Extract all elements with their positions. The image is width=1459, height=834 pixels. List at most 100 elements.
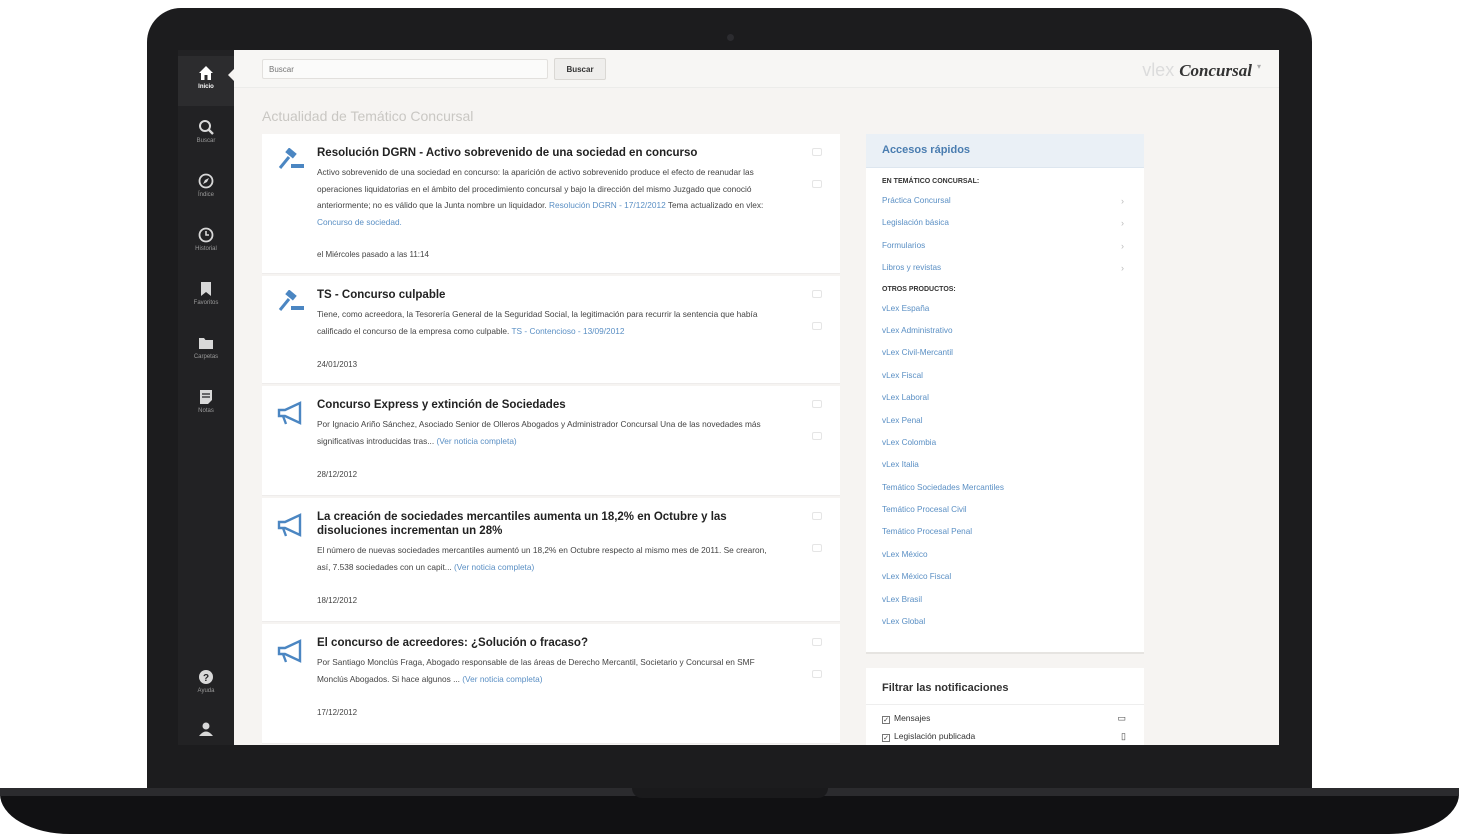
sidebar-item-historial[interactable]: Historial <box>178 218 234 268</box>
save-icon[interactable] <box>812 322 822 330</box>
product-link[interactable]: vLex México <box>866 544 1144 566</box>
sidebar-item-buscar[interactable]: Buscar <box>178 110 234 160</box>
checkbox[interactable]: ✓ <box>882 716 890 724</box>
news-item: El concurso de acreedores: ¿Solución o f… <box>262 624 840 744</box>
news-body: Por Santiago Monclús Fraga, Abogado resp… <box>317 654 775 687</box>
megaphone-icon <box>277 513 302 537</box>
sidebar-item-indice[interactable]: Índice <box>178 164 234 214</box>
sidebar: Inicio Buscar Índice Historial Favoritos <box>178 50 235 745</box>
news-body: Activo sobrevenido de una sociedad en co… <box>317 164 775 230</box>
history-icon <box>198 227 214 243</box>
chevron-down-icon: ▾ <box>1256 62 1261 71</box>
search-button[interactable]: Buscar <box>554 58 606 80</box>
save-icon[interactable] <box>812 544 822 552</box>
sidebar-item-inicio[interactable]: Inicio <box>178 56 234 106</box>
news-title[interactable]: La creación de sociedades mercantiles au… <box>317 510 777 538</box>
sidebar-item-carpetas[interactable]: Carpetas <box>178 326 234 376</box>
product-link[interactable]: vLex Fiscal <box>866 365 1144 387</box>
camera <box>727 34 734 41</box>
quick-link-label: Formularios <box>882 240 926 250</box>
quick-link[interactable]: Práctica Concursal › <box>866 190 1144 212</box>
news-body: Por Ignacio Ariño Sánchez, Asociado Seni… <box>317 416 775 449</box>
svg-text:?: ? <box>203 673 209 684</box>
quick-access-panel: Accesos rápidos EN TEMÁTICO CONCURSAL: P… <box>866 134 1144 654</box>
product-link[interactable]: vLex Brasil <box>866 589 1144 611</box>
section-heading: OTROS PRODUCTOS: <box>882 285 956 293</box>
product-link[interactable]: vLex Laboral <box>866 387 1144 409</box>
news-date: 17/12/2012 <box>317 708 358 717</box>
page-title: Actualidad de Temático Concursal <box>262 108 474 124</box>
section-heading: EN TEMÁTICO CONCURSAL: <box>882 178 980 185</box>
news-link[interactable]: Resolución DGRN - 17/12/2012 <box>549 200 666 210</box>
share-icon[interactable] <box>812 290 822 298</box>
filter-label: Legislación publicada <box>894 731 976 741</box>
product-link[interactable]: vLex Penal <box>866 410 1144 432</box>
gavel-icon <box>278 148 304 169</box>
share-icon[interactable] <box>812 638 822 646</box>
sidebar-item-ayuda[interactable]: ? Ayuda <box>178 660 234 710</box>
share-icon[interactable] <box>812 148 822 156</box>
chevron-right-icon: › <box>1121 218 1124 229</box>
share-icon[interactable] <box>812 512 822 520</box>
product-link[interactable]: vLex Civil-Mercantil <box>866 342 1144 364</box>
share-icon[interactable] <box>812 400 822 408</box>
document-icon: ▯ <box>1121 731 1126 741</box>
news-title[interactable]: Concurso Express y extinción de Sociedad… <box>317 398 777 412</box>
quick-link[interactable]: Legislación básica › <box>866 212 1144 234</box>
product-link[interactable]: Temático Sociedades Mercantiles <box>866 477 1144 499</box>
save-icon[interactable] <box>812 670 822 678</box>
app-screen: Inicio Buscar Índice Historial Favoritos <box>178 50 1279 745</box>
product-link[interactable]: vLex México Fiscal <box>866 566 1144 588</box>
sidebar-item-favoritos[interactable]: Favoritos <box>178 272 234 322</box>
news-list: Resolución DGRN - Activo sobrevenido de … <box>262 134 840 745</box>
sidebar-item-label: Buscar <box>196 138 216 144</box>
search-input[interactable] <box>262 59 548 79</box>
product-link[interactable]: vLex España <box>866 298 1144 320</box>
megaphone-icon <box>277 401 302 425</box>
user-icon <box>199 722 213 736</box>
quick-link[interactable]: Formularios › <box>866 235 1144 257</box>
news-date: 24/01/2013 <box>317 360 358 369</box>
news-link[interactable]: (Ver noticia completa) <box>436 436 516 446</box>
product-link[interactable]: vLex Colombia <box>866 432 1144 454</box>
laptop-notch <box>632 788 828 798</box>
product-link[interactable]: vLex Administrativo <box>866 320 1144 342</box>
filter-option[interactable]: ✓ Mensajes ▭ <box>866 713 1144 731</box>
sidebar-item-user[interactable] <box>178 712 234 745</box>
sidebar-item-label: Ayuda <box>197 688 215 694</box>
brand-product: Concursal <box>1179 61 1252 80</box>
laptop-frame: Inicio Buscar Índice Historial Favoritos <box>0 0 1459 834</box>
product-link[interactable]: Temático Procesal Civil <box>866 499 1144 521</box>
quick-access-title: Accesos rápidos <box>866 134 1144 168</box>
save-icon[interactable] <box>812 432 822 440</box>
news-title[interactable]: El concurso de acreedores: ¿Solución o f… <box>317 636 777 650</box>
news-title[interactable]: Resolución DGRN - Activo sobrevenido de … <box>317 146 777 160</box>
compass-icon <box>198 173 214 189</box>
checkbox[interactable]: ✓ <box>882 734 890 742</box>
product-link[interactable]: vLex Global <box>866 611 1144 633</box>
topic-link[interactable]: Concurso de sociedad. <box>317 217 402 227</box>
news-text: El número de nuevas sociedades mercantil… <box>317 545 767 572</box>
product-link[interactable]: vLex Italia <box>866 454 1144 476</box>
news-date: 18/12/2012 <box>317 596 358 605</box>
filter-title: Filtrar las notificaciones <box>866 668 1144 705</box>
sidebar-item-label: Índice <box>197 192 214 198</box>
sidebar-item-notas[interactable]: Notas <box>178 380 234 430</box>
filter-panel: Filtrar las notificaciones ✓ Mensajes ▭ ✓… <box>866 668 1144 745</box>
quick-link[interactable]: Libros y revistas › <box>866 257 1144 279</box>
news-title[interactable]: TS - Concurso culpable <box>317 288 777 302</box>
quick-link-label: Libros y revistas <box>882 263 942 273</box>
brand-logo[interactable]: vlex Concursal ▾ <box>1142 60 1261 81</box>
chevron-right-icon: › <box>1121 263 1124 274</box>
save-icon[interactable] <box>812 180 822 188</box>
news-link[interactable]: TS - Contencioso - 13/09/2012 <box>511 326 624 336</box>
news-link[interactable]: (Ver noticia completa) <box>462 674 542 684</box>
product-link[interactable]: Temático Procesal Penal <box>866 521 1144 543</box>
news-extra: Tema actualizado en vlex: <box>665 200 764 210</box>
chevron-right-icon: › <box>1121 196 1124 206</box>
folder-icon <box>199 338 213 349</box>
news-link[interactable]: (Ver noticia completa) <box>454 562 534 572</box>
news-item: TS - Concurso culpable Tiene, como acree… <box>262 276 840 384</box>
filter-option[interactable]: ✓ Legislación publicada ▯ <box>866 731 1144 745</box>
top-bar: Buscar vlex Concursal ▾ <box>234 50 1279 88</box>
